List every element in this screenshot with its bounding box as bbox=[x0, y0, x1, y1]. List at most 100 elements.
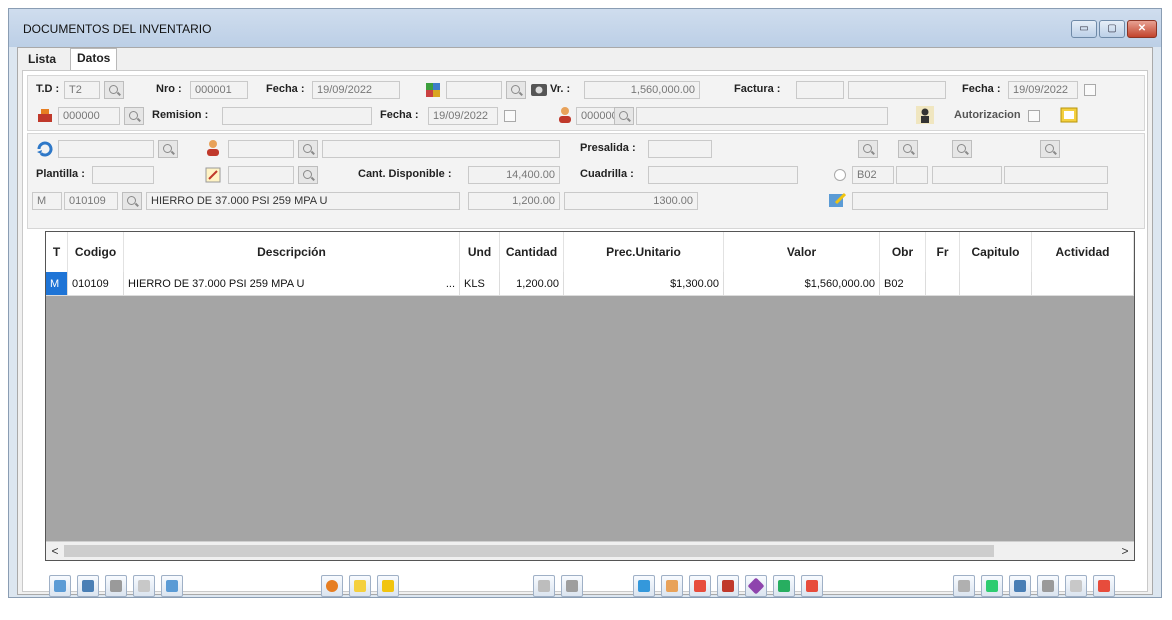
worker-search-icon[interactable] bbox=[298, 140, 318, 158]
exit-record-icon[interactable] bbox=[161, 575, 183, 597]
plantilla-field[interactable] bbox=[92, 166, 154, 184]
tab-lista[interactable]: Lista bbox=[22, 50, 62, 69]
horizontal-scrollbar[interactable]: < > bbox=[46, 541, 1134, 560]
tercero-name-field[interactable] bbox=[636, 107, 888, 125]
factura-prefix-field[interactable] bbox=[796, 81, 844, 99]
capitulo-field[interactable] bbox=[932, 166, 1002, 184]
csv-export-icon[interactable] bbox=[773, 575, 795, 597]
code2-search-icon[interactable] bbox=[614, 107, 634, 125]
cash-register-icon[interactable] bbox=[36, 106, 54, 124]
open-document-icon[interactable] bbox=[1060, 106, 1078, 124]
vr-code-field[interactable] bbox=[446, 81, 502, 99]
presalida-field[interactable] bbox=[648, 140, 712, 158]
cell-obr[interactable]: B02 bbox=[880, 272, 926, 296]
col-und[interactable]: Und bbox=[460, 232, 500, 272]
col-capitulo[interactable]: Capitulo bbox=[960, 232, 1032, 272]
autorizacion-checkbox[interactable] bbox=[1028, 110, 1040, 122]
tab-datos[interactable]: Datos bbox=[70, 48, 118, 71]
folder-icon[interactable] bbox=[349, 575, 371, 597]
save-grid-icon[interactable] bbox=[1037, 575, 1059, 597]
refresh-icon[interactable] bbox=[36, 140, 54, 158]
search-c-icon[interactable] bbox=[952, 140, 972, 158]
user-icon[interactable] bbox=[661, 575, 683, 597]
col-fr[interactable]: Fr bbox=[926, 232, 960, 272]
vr-field[interactable]: 1,560,000.00 bbox=[584, 81, 700, 99]
search-d-icon[interactable] bbox=[1040, 140, 1060, 158]
puzzle-icon[interactable] bbox=[424, 81, 442, 99]
palette-icon[interactable] bbox=[1093, 575, 1115, 597]
detail-search-icon[interactable] bbox=[158, 140, 178, 158]
fecha-remision-field[interactable]: 19/09/2022 bbox=[428, 107, 498, 125]
undo-grid-icon[interactable] bbox=[1065, 575, 1087, 597]
search-a-icon[interactable] bbox=[858, 140, 878, 158]
scrollbar-thumb[interactable] bbox=[64, 545, 994, 557]
search-b-icon[interactable] bbox=[898, 140, 918, 158]
maximize-button[interactable]: ▢ bbox=[1099, 20, 1125, 38]
scroll-left-button[interactable]: < bbox=[48, 544, 62, 558]
unlock-icon[interactable] bbox=[561, 575, 583, 597]
new-record-icon[interactable] bbox=[49, 575, 71, 597]
fr-field[interactable] bbox=[896, 166, 928, 184]
notes-field[interactable] bbox=[852, 192, 1108, 210]
check-icon[interactable] bbox=[717, 575, 739, 597]
cell-actividad[interactable] bbox=[1032, 272, 1134, 296]
col-valor[interactable]: Valor bbox=[724, 232, 880, 272]
cell-cantidad[interactable]: 1,200.00 bbox=[500, 272, 564, 296]
worker-code-field[interactable] bbox=[228, 140, 294, 158]
col-t[interactable]: T bbox=[46, 232, 68, 272]
save-icon[interactable] bbox=[105, 575, 127, 597]
code1-field[interactable]: 000000 bbox=[58, 107, 120, 125]
sync-icon[interactable] bbox=[633, 575, 655, 597]
item-quantity-field[interactable]: 1,200.00 bbox=[468, 192, 560, 210]
cell-und[interactable]: KLS bbox=[460, 272, 500, 296]
eraser-icon[interactable] bbox=[689, 575, 711, 597]
copy-record-icon[interactable] bbox=[77, 575, 99, 597]
plantilla-search-icon[interactable] bbox=[298, 166, 318, 184]
cell-prec-unitario[interactable]: $1,300.00 bbox=[564, 272, 724, 296]
item-description-field[interactable]: HIERRO DE 37.000 PSI 259 MPA U bbox=[146, 192, 460, 210]
worker-name-field[interactable] bbox=[322, 140, 560, 158]
close-button[interactable]: ✕ bbox=[1127, 20, 1157, 38]
duplicate-icon[interactable] bbox=[1009, 575, 1031, 597]
worker-icon[interactable] bbox=[204, 139, 222, 157]
detail-code-field[interactable] bbox=[58, 140, 154, 158]
notes-icon[interactable] bbox=[828, 191, 847, 209]
actividad-field[interactable] bbox=[1004, 166, 1108, 184]
obr-field[interactable]: B02 bbox=[852, 166, 894, 184]
plantilla-code-field[interactable] bbox=[228, 166, 294, 184]
fecha-factura-checkbox[interactable] bbox=[1084, 84, 1096, 96]
cell-codigo[interactable]: 010109 bbox=[68, 272, 124, 296]
col-descripcion[interactable]: Descripción bbox=[124, 232, 460, 272]
td-search-icon[interactable] bbox=[104, 81, 124, 99]
authorizer-icon[interactable] bbox=[916, 106, 934, 124]
remision-field[interactable] bbox=[222, 107, 372, 125]
obr-radio[interactable] bbox=[834, 169, 846, 181]
cuadrilla-field[interactable] bbox=[648, 166, 798, 184]
cell-capitulo[interactable] bbox=[960, 272, 1032, 296]
factura-number-field[interactable] bbox=[848, 81, 946, 99]
fecha-factura-field[interactable]: 19/09/2022 bbox=[1008, 81, 1078, 99]
diamond-icon[interactable] bbox=[745, 575, 767, 597]
vr-search-icon[interactable] bbox=[506, 81, 526, 99]
col-cantidad[interactable]: Cantidad bbox=[500, 232, 564, 272]
fecha-field[interactable]: 19/09/2022 bbox=[312, 81, 400, 99]
col-prec-unitario[interactable]: Prec.Unitario bbox=[564, 232, 724, 272]
tipo-select[interactable]: M bbox=[32, 192, 62, 210]
edit-note-icon[interactable] bbox=[204, 166, 222, 184]
lock-icon[interactable] bbox=[533, 575, 555, 597]
scroll-right-button[interactable]: > bbox=[1118, 544, 1132, 558]
export-document-icon[interactable] bbox=[377, 575, 399, 597]
camera-icon[interactable] bbox=[530, 81, 548, 99]
undo-icon[interactable] bbox=[133, 575, 155, 597]
cell-descripcion[interactable]: HIERRO DE 37.000 PSI 259 MPA U bbox=[124, 272, 440, 296]
nro-field[interactable]: 000001 bbox=[190, 81, 248, 99]
col-codigo[interactable]: Codigo bbox=[68, 232, 124, 272]
upload-icon[interactable] bbox=[801, 575, 823, 597]
cell-fr[interactable] bbox=[926, 272, 960, 296]
code1-search-icon[interactable] bbox=[124, 107, 144, 125]
cell-ellipsis-button[interactable]: ... bbox=[440, 272, 460, 296]
glasses-icon[interactable] bbox=[953, 575, 975, 597]
item-search-icon[interactable] bbox=[122, 192, 142, 210]
minimize-button[interactable]: ▭ bbox=[1071, 20, 1097, 38]
cell-t[interactable]: M bbox=[46, 272, 68, 296]
